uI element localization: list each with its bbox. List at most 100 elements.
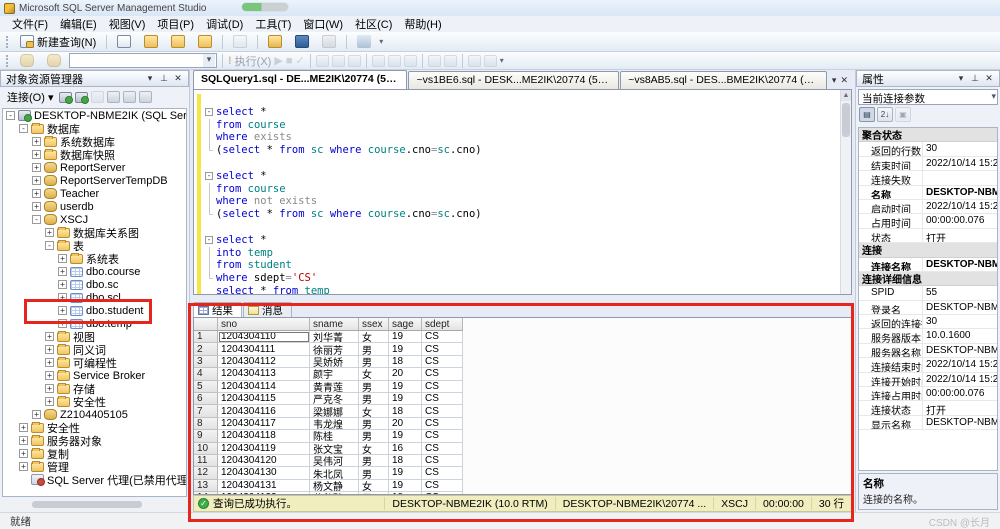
expand-icon[interactable]: + [58,280,67,289]
expand-icon[interactable]: + [19,423,28,432]
connect-dropdown[interactable]: 连接(O) ▾ [4,88,56,106]
tree-item-22[interactable]: +安全性 [3,395,186,408]
data-cell[interactable]: 19 [389,343,422,355]
menu-item-7[interactable]: 社区(C) [349,15,398,33]
row-number-cell[interactable]: 12 [194,467,218,479]
data-cell[interactable]: 男 [359,381,389,393]
data-cell[interactable]: 男 [359,418,389,430]
menu-item-4[interactable]: 调试(D) [200,15,249,33]
row-number-cell[interactable]: 1 [194,331,218,343]
data-cell[interactable]: 张文宝 [310,443,359,455]
tree-item-0[interactable]: -DESKTOP-NBME2IK (SQL Server 10.0.160 [3,109,186,122]
data-cell[interactable]: CS [422,430,463,442]
data-cell[interactable]: 1204304131 [218,480,310,492]
data-cell[interactable]: 18 [389,356,422,368]
data-cell[interactable]: 朱北凤 [310,467,359,479]
toolbar-grip[interactable] [6,55,10,67]
data-cell[interactable]: 梁娜娜 [310,405,359,417]
expand-icon[interactable]: + [19,436,28,445]
editor-vertical-scrollbar[interactable]: ▲ [840,90,851,294]
data-cell[interactable]: 1204304119 [218,443,310,455]
property-row[interactable]: 登录名DESKTOP-NBME2IK [859,301,997,315]
tree-item-25[interactable]: +服务器对象 [3,434,186,447]
expand-icon[interactable]: + [32,202,41,211]
data-cell[interactable]: 1204304120 [218,455,310,467]
expand-icon[interactable]: + [32,410,41,419]
data-cell[interactable]: 1204304117 [218,418,310,430]
close-icon[interactable]: ✕ [171,73,185,84]
data-cell[interactable]: 19 [389,381,422,393]
expand-icon[interactable]: + [45,397,54,406]
data-cell[interactable]: 1204304116 [218,405,310,417]
property-row[interactable]: 连接失败 [859,171,997,185]
property-row[interactable]: 服务器名称DESKTOP-NBME2IK [859,344,997,358]
data-cell[interactable]: CS [422,443,463,455]
menu-item-6[interactable]: 窗口(W) [297,15,349,33]
tree-item-5[interactable]: +ReportServerTempDB [3,174,186,187]
fold-collapse-icon[interactable]: - [205,108,213,116]
activity-monitor-button[interactable] [352,33,376,50]
menu-item-5[interactable]: 工具(T) [249,15,297,33]
menu-item-1[interactable]: 编辑(E) [54,15,103,33]
data-cell[interactable]: 刘华菁 [310,331,359,343]
alphabetical-sort-icon[interactable]: 2↓ [877,107,893,122]
expand-icon[interactable]: + [58,267,67,276]
expand-icon[interactable]: + [32,189,41,198]
data-cell[interactable]: 1204304112 [218,356,310,368]
data-cell[interactable]: 女 [359,480,389,492]
expand-icon[interactable]: + [32,150,41,159]
data-cell[interactable]: CS [422,467,463,479]
fold-collapse-icon[interactable]: - [205,236,213,244]
outdent-button[interactable] [484,55,497,67]
tree-item-6[interactable]: +Teacher [3,187,186,200]
row-number-cell[interactable]: 10 [194,443,218,455]
open-file-button[interactable] [263,33,287,50]
data-cell[interactable]: CS [422,393,463,405]
collapse-icon[interactable]: - [6,111,15,120]
document-tab-0[interactable]: SQLQuery1.sql - DE...ME2IK\20774 (55))* [193,70,407,89]
property-row[interactable]: 返回的连接行数30 [859,315,997,329]
results-to-text-button[interactable] [372,55,385,67]
property-row[interactable]: 连接开始时间2022/10/14 15:29:37 [859,373,997,387]
show-estimated-plan-button[interactable] [316,55,329,67]
data-cell[interactable]: 男 [359,467,389,479]
data-cell[interactable]: 18 [389,405,422,417]
data-cell[interactable]: 严克冬 [310,393,359,405]
properties-object-selector[interactable]: 当前连接参数 [858,89,998,105]
fold-collapse-icon[interactable]: - [205,172,213,180]
data-cell[interactable]: 19 [389,467,422,479]
document-tab-1[interactable]: ~vs1BE6.sql - DESK...ME2IK\20774 (53))* [408,71,619,89]
property-row[interactable]: 结束时间2022/10/14 15:29:37 [859,157,997,171]
disconnect-icon[interactable] [59,92,72,103]
row-number-cell[interactable]: 8 [194,418,218,430]
compact-query-button[interactable] [193,33,217,50]
row-number-cell[interactable]: 5 [194,381,218,393]
comment-button[interactable] [428,55,441,67]
sql-code[interactable]: -select *from coursewhere exists(select … [203,93,839,295]
data-cell[interactable]: CS [422,381,463,393]
panel-menu-chevron-icon[interactable]: ▾ [143,73,157,84]
property-row[interactable]: 启动时间2022/10/14 15:29:37 [859,200,997,214]
data-cell[interactable]: 18 [389,455,422,467]
expand-icon[interactable]: + [32,137,41,146]
column-header-sage[interactable]: sage [389,318,422,331]
data-cell[interactable]: 徐丽芳 [310,343,359,355]
expand-icon[interactable]: + [58,293,67,302]
data-cell[interactable]: 1204304115 [218,393,310,405]
data-cell[interactable]: CS [422,331,463,343]
property-row[interactable]: 名称DESKTOP-NBME2IK [859,186,997,200]
property-row[interactable]: 连接结束时间2022/10/14 15:29:37 [859,358,997,372]
categorized-icon[interactable]: ▤ [859,107,875,122]
data-cell[interactable]: 16 [389,443,422,455]
tree-item-23[interactable]: +Z2104405105 [3,408,186,421]
new-file-button[interactable] [112,33,136,50]
tree-item-3[interactable]: +数据库快照 [3,148,186,161]
toolbar-grip[interactable] [6,36,10,48]
data-cell[interactable]: 1204304110 [218,331,310,343]
tree-item-15[interactable]: +dbo.student [3,304,186,317]
analysis-query-button[interactable] [166,33,190,50]
uncomment-button[interactable] [444,55,457,67]
expand-icon[interactable]: + [45,371,54,380]
expand-icon[interactable]: + [58,319,67,328]
property-row[interactable]: 连接占用时间00:00:00.076 [859,387,997,401]
